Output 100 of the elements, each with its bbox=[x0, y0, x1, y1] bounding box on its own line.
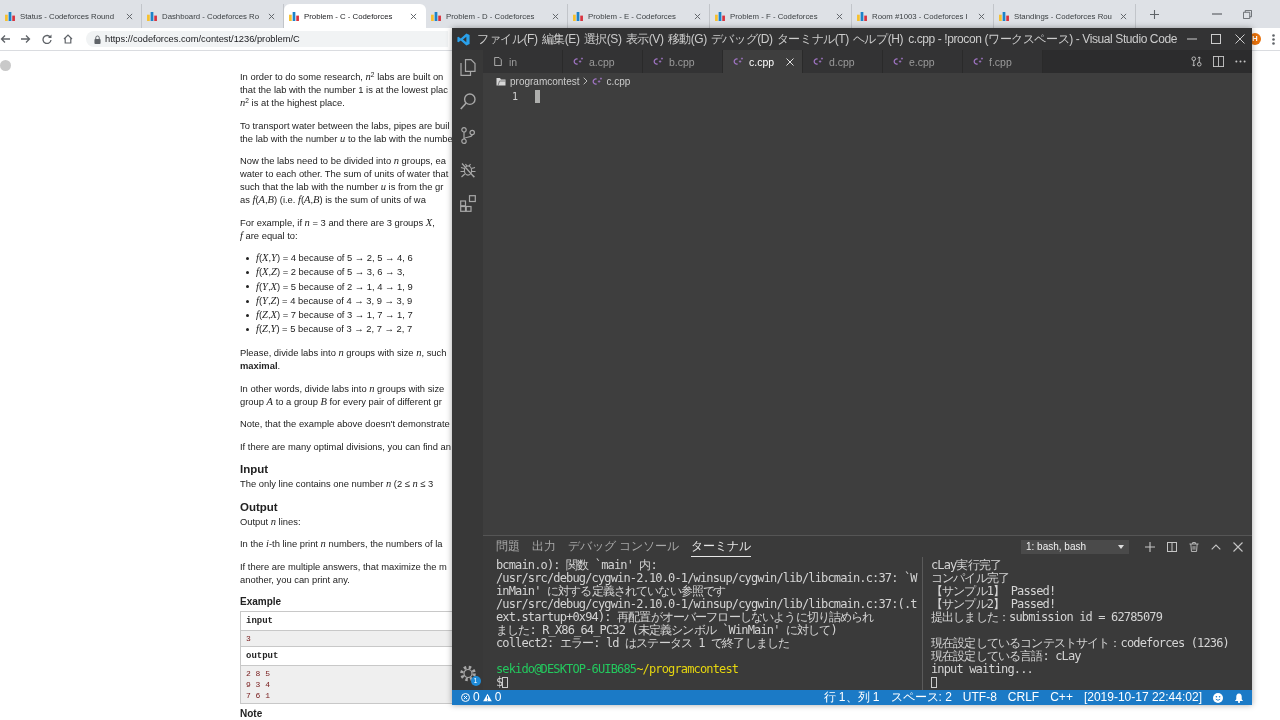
statement-paragraph: In other words, divide labs into n groups with size group A to a group B for every pair of different gr bbox=[240, 381, 446, 408]
address-bar[interactable]: https://codeforces.com/contest/1236/problem/C bbox=[86, 31, 448, 47]
close-icon[interactable] bbox=[694, 12, 701, 20]
plus-icon[interactable] bbox=[1150, 9, 1159, 19]
list-item-text: f(Y,Z) = 4 because of 4 → 3, 9 → 3, 9 bbox=[256, 293, 413, 308]
close-icon[interactable] bbox=[552, 12, 559, 20]
home-icon[interactable] bbox=[63, 34, 73, 44]
bullet-icon bbox=[246, 285, 249, 289]
terminal-line: 現在設定している言語: cLay bbox=[931, 650, 1081, 663]
trash-icon[interactable] bbox=[1189, 541, 1199, 552]
text-cursor-icon bbox=[535, 89, 540, 103]
sample-data: 2 8 5 9 3 4 7 6 1 bbox=[241, 666, 452, 704]
folder-icon bbox=[496, 76, 506, 86]
warning-icon bbox=[482, 693, 492, 702]
breadcrumb[interactable]: c.cpp bbox=[592, 75, 631, 87]
panel-tab[interactable]: 問題 bbox=[496, 536, 520, 557]
menu-item[interactable]: ファイル(F) bbox=[475, 30, 540, 48]
menu-item[interactable]: ターミナル(T) bbox=[774, 30, 851, 48]
status-item[interactable]: スペース: 2 bbox=[890, 690, 952, 705]
cpp-file-icon bbox=[973, 57, 983, 66]
menu-item[interactable]: 編集(E) bbox=[539, 30, 582, 48]
bullet-icon bbox=[246, 256, 249, 260]
more-icon[interactable] bbox=[1272, 33, 1275, 45]
statement-paragraph: Note, that the example above doesn't demonstrate bbox=[240, 417, 451, 431]
status-item[interactable]: UTF-8 bbox=[962, 690, 997, 705]
problems-button[interactable]: 0 0 bbox=[461, 690, 502, 705]
close-icon[interactable] bbox=[836, 12, 843, 20]
bell-icon[interactable] bbox=[1234, 692, 1244, 703]
status-item[interactable]: CRLF bbox=[1007, 690, 1040, 705]
output-spec-text: In the i-th line print n numbers, the numbers of la bbox=[240, 537, 444, 551]
statement-paragraph: If there are many optimal divisions, you can find an bbox=[240, 439, 452, 453]
terminal-line: input waiting... bbox=[931, 663, 1034, 676]
panel-tab[interactable]: 出力 bbox=[532, 536, 556, 557]
plus-icon[interactable] bbox=[1145, 541, 1155, 552]
menu-item[interactable]: ヘルプ(H) bbox=[850, 30, 906, 48]
status-item[interactable]: 行 1、列 1 bbox=[823, 690, 880, 705]
smiley-icon[interactable] bbox=[1213, 692, 1223, 703]
panel-tab[interactable]: ターミナル bbox=[691, 536, 752, 557]
window-title: c.cpp - !procon (ワークスペース) - Visual Studio Code bbox=[907, 30, 1178, 48]
terminal-line: bcmain.o): 関数 `main' 内: bbox=[496, 559, 658, 572]
breadcrumb[interactable]: programcontest bbox=[496, 75, 580, 87]
bar-chart-icon bbox=[857, 11, 867, 21]
editor-area[interactable]: 1 bbox=[483, 89, 1252, 535]
sample-data: 3 bbox=[241, 631, 452, 648]
terminal-line: collect2: エラー: ld はステータス 1 で終了しました bbox=[496, 637, 791, 650]
search-icon[interactable] bbox=[459, 93, 476, 110]
settings-icon[interactable] bbox=[459, 665, 476, 682]
menu-item[interactable]: 移動(G) bbox=[665, 30, 709, 48]
editor-tab[interactable]: a.cpp bbox=[563, 50, 643, 73]
list-item-text: f(Z,Y) = 5 because of 3 → 2, 7 → 2, 7 bbox=[256, 322, 413, 337]
bug-icon[interactable] bbox=[459, 161, 476, 178]
editor-tab[interactable]: e.cpp bbox=[883, 50, 963, 73]
section-heading: Output bbox=[240, 499, 279, 515]
close-icon[interactable] bbox=[1120, 12, 1127, 20]
prompt-symbol: $ bbox=[496, 676, 503, 689]
example-label: output bbox=[246, 649, 279, 663]
diff-icon[interactable] bbox=[1191, 56, 1202, 67]
reload-icon[interactable] bbox=[42, 34, 52, 44]
prompt-user: sekido@DESKTOP-6UIB685 bbox=[496, 663, 637, 676]
back-arrow-icon[interactable] bbox=[0, 34, 10, 44]
close-icon[interactable] bbox=[1233, 541, 1243, 552]
forward-arrow-icon[interactable] bbox=[21, 34, 31, 44]
close-icon[interactable] bbox=[268, 12, 275, 20]
editor-tab[interactable]: c.cpp bbox=[723, 50, 803, 73]
terminal-line: cLay実行完了 bbox=[931, 559, 1003, 572]
more-icon[interactable] bbox=[1235, 60, 1246, 63]
editor-tab[interactable]: in bbox=[483, 50, 563, 73]
editor-tab[interactable]: d.cpp bbox=[803, 50, 883, 73]
terminal-dropdown[interactable]: 1: bash, bash bbox=[1021, 539, 1129, 554]
list-item-text: f(Y,X) = 5 because of 2 → 1, 4 → 1, 9 bbox=[256, 279, 413, 294]
status-item[interactable]: C++ bbox=[1050, 690, 1073, 705]
example-heading: Example bbox=[240, 595, 283, 609]
terminal-line: 【サンプル1】 Passed! bbox=[931, 585, 1057, 598]
error-icon bbox=[461, 693, 470, 702]
editor-tab[interactable]: b.cpp bbox=[643, 50, 723, 73]
extensions-icon[interactable] bbox=[459, 195, 476, 212]
editor-tab[interactable]: f.cpp bbox=[963, 50, 1043, 73]
menu-item[interactable]: 表示(V) bbox=[623, 30, 666, 48]
cpp-file-icon bbox=[813, 57, 823, 66]
close-icon[interactable] bbox=[126, 12, 133, 20]
prompt-path: ~/programcontest bbox=[636, 663, 739, 676]
panel-tab[interactable]: デバッグ コンソール bbox=[568, 536, 680, 557]
list-item-text: f(X,Y) = 4 because of 5 → 2, 5 → 4, 6 bbox=[256, 251, 413, 265]
maximize-icon[interactable] bbox=[1211, 34, 1221, 44]
split-icon[interactable] bbox=[1167, 541, 1177, 552]
line-number: 1 bbox=[510, 90, 518, 102]
bullet-icon bbox=[246, 299, 249, 303]
files-icon[interactable] bbox=[459, 59, 476, 76]
statement-paragraph: For example, if n = 3 and there are 3 groups X, f are equal to: bbox=[240, 215, 436, 242]
close-icon[interactable] bbox=[410, 12, 417, 20]
status-item[interactable]: [2019-10-17 22:44:02] bbox=[1083, 690, 1202, 705]
cursor-icon bbox=[502, 677, 509, 688]
bar-chart-icon bbox=[999, 11, 1009, 21]
menu-item[interactable]: デバッグ(D) bbox=[708, 30, 775, 48]
menu-item[interactable]: 選択(S) bbox=[581, 30, 624, 48]
split-editor-icon[interactable] bbox=[1213, 56, 1224, 67]
source-control-icon[interactable] bbox=[459, 127, 476, 144]
chevron-icon bbox=[583, 77, 589, 85]
close-icon[interactable] bbox=[978, 12, 985, 20]
restore-icon[interactable] bbox=[1243, 9, 1252, 19]
